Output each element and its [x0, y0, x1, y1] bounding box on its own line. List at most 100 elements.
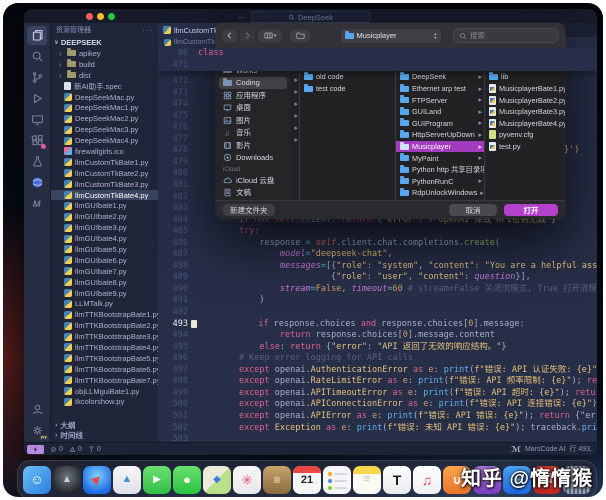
tree-file-row[interactable]: llmGUIbate1.py [51, 200, 158, 211]
column-item-MusicplayerBate1.py[interactable]: MusicplayerBate1.py [485, 83, 565, 95]
dock-safari[interactable]: ▶ [83, 465, 111, 494]
explorer-root-folder[interactable]: ∨ DEEPSEEK [51, 37, 158, 48]
column-item-HttpServerUpDown[interactable]: HttpServerUpDown ▸ [396, 129, 484, 141]
remote-indicator[interactable] [27, 444, 44, 454]
code-line[interactable]: 494 return response.choices[0].message.c… [158, 330, 597, 342]
column-item-MusicplayerBate2.py[interactable]: MusicplayerBate2.py [485, 94, 565, 106]
dock-preview[interactable]: ▲ [113, 465, 141, 494]
code-line[interactable]: 491 ) [158, 295, 597, 307]
sidebar-item-iCloud 云盘[interactable]: iCloud 云盘 [219, 174, 287, 187]
column-item-old code[interactable]: old code [300, 71, 395, 83]
column-item-Musicplayer[interactable]: Musicplayer ▸ [396, 140, 484, 153]
code-line[interactable]: 501 except openai.APIError as e: print(f… [158, 411, 597, 423]
tree-folder-row[interactable]: › apikey [51, 48, 158, 59]
dock-reminders[interactable] [323, 465, 351, 494]
activity-testing-icon[interactable] [27, 152, 47, 171]
column-item-FTPServer[interactable]: FTPServer ▸ [396, 94, 484, 106]
tree-file-row[interactable]: DeepSeekMac3.py [51, 124, 158, 135]
code-line[interactable]: 487 model="deepseek-chat", [158, 249, 597, 261]
tree-file-row[interactable]: objLLMguiBate1.py [51, 386, 158, 397]
outline-section[interactable]: › 大纲 [51, 420, 158, 431]
code-line[interactable]: 493 if response.choices and response.cho… [158, 319, 597, 331]
back-arrow-button[interactable]: ← [237, 11, 246, 21]
dock-contacts[interactable]: ≡ [263, 465, 291, 494]
column-item-Ethernet arp test[interactable]: Ethernet arp test ▸ [396, 83, 484, 95]
tree-file-row[interactable]: tkcolorshow.py [51, 397, 158, 408]
new-folder-button[interactable]: 新建文件夹 [223, 204, 275, 216]
more-actions-icon[interactable]: ··· [142, 26, 153, 35]
tree-file-row[interactable]: llmTTKBootstrapBate5.py [51, 353, 158, 364]
activity-copilot-icon[interactable] [27, 173, 47, 192]
tree-file-row[interactable]: llmCustomTkBate2.py [51, 168, 158, 179]
dialog-action-button[interactable] [290, 29, 310, 42]
tree-file-row[interactable]: llmTTKBootstrapBate3.py [51, 331, 158, 342]
activity-remote-explorer-icon[interactable] [27, 110, 47, 129]
code-line[interactable]: 489 {"role": "user", "content": question… [158, 272, 597, 284]
column-item-DeepSeek[interactable]: DeepSeek ▸ [396, 71, 484, 83]
tree-file-row[interactable]: llmGUIbate9.py [51, 288, 158, 299]
code-line[interactable]: 497 except openai.AuthenticationError as… [158, 365, 597, 377]
close-button[interactable] [86, 12, 93, 20]
tree-file-row[interactable]: llmCustomTkBate3.py [51, 179, 158, 190]
tree-file-row[interactable]: llmTTKBootstrapBate1.py [51, 309, 158, 320]
dialog-back-button[interactable] [222, 29, 237, 42]
view-mode-button[interactable]: ▾ [258, 29, 282, 42]
dock-music[interactable]: ♫ [413, 465, 441, 494]
sidebar-item-桌面[interactable]: 桌面 [219, 102, 287, 115]
dock-facetime[interactable]: ▶ [143, 465, 171, 494]
tree-file-row[interactable]: llmTTKBootstrapBate7.py [51, 375, 158, 386]
dock-calendar[interactable]: 21 [293, 465, 321, 494]
tree-folder-row[interactable]: › dist [51, 70, 158, 81]
code-line[interactable]: 492 [158, 307, 597, 319]
dock-photos[interactable]: ✳ [233, 465, 261, 494]
tree-file-row[interactable]: llmGUIbate5.py [51, 244, 158, 255]
cursor-position[interactable]: 行 493, [569, 444, 592, 454]
ports-indicator[interactable]: 0 [88, 446, 101, 453]
dock-launchpad[interactable]: ▲ [53, 465, 81, 494]
tree-file-row[interactable]: DeepSeekMac4.py [51, 135, 158, 146]
zoom-button[interactable] [108, 12, 115, 20]
tree-file-row[interactable]: 新AI助手.spec [51, 81, 158, 92]
column-item-GUIProgram[interactable]: GUIProgram ▸ [396, 118, 484, 130]
dock-maps[interactable]: ◆ [203, 465, 231, 494]
tree-file-row[interactable]: llmGUIbate3.py [51, 222, 158, 233]
code-line[interactable]: 495 else: return {"error": "API 返回了无效的响应… [158, 342, 597, 354]
activity-extensions-icon[interactable] [27, 131, 47, 150]
errors-indicator[interactable]: 0 [50, 446, 63, 453]
activity-account-icon[interactable] [27, 400, 47, 419]
code-line[interactable]: 471 [158, 60, 597, 72]
column-item-test.py[interactable]: test.py [485, 141, 565, 153]
column-item-RdpUnlockWindows[interactable]: RdpUnlockWindows ▸ [396, 187, 484, 199]
minimize-button[interactable] [97, 12, 104, 20]
column-item-MyPaint[interactable]: MyPaint ▸ [396, 152, 484, 164]
dock-finder[interactable]: ☺ [23, 465, 51, 494]
tree-file-row[interactable]: llmTTKBootstrapBate4.py [51, 342, 158, 353]
dock-textedit[interactable]: T [383, 465, 411, 494]
activity-files-icon[interactable] [27, 26, 47, 45]
tree-file-row[interactable]: llmGUIbate4.py [51, 233, 158, 244]
open-button[interactable]: 打开 [504, 204, 558, 216]
timeline-section[interactable]: › 时间线 [51, 431, 158, 442]
code-line[interactable]: 498 except openai.RateLimitError as e: p… [158, 376, 597, 388]
column-item-GUILand[interactable]: GUILand ▸ [396, 106, 484, 118]
code-line[interactable]: 46 class [158, 48, 597, 60]
code-line[interactable]: 486 response = self.client.chat.completi… [158, 238, 597, 250]
location-dropdown[interactable]: Musicplayer ▴ ▾ [340, 28, 441, 43]
tree-file-row[interactable]: llmCustomTkBate1.py [51, 157, 158, 168]
dock-notes[interactable]: ≡ [353, 465, 381, 494]
code-line[interactable]: 503 [158, 434, 597, 442]
activity-source-control-icon[interactable] [27, 68, 47, 87]
tree-file-row[interactable]: DeepSeekMac2.py [51, 113, 158, 124]
code-line[interactable]: 490 stream=False, timeout=60 # stream=Fa… [158, 284, 597, 296]
activity-debug-icon[interactable] [27, 89, 47, 108]
tree-file-row[interactable]: llmGUIbate2.py [51, 211, 158, 222]
tree-file-row[interactable]: llmGUIbate8.py [51, 277, 158, 288]
column-item-MusicplayerBate3.py[interactable]: MusicplayerBate3.py [485, 106, 565, 118]
marscode-label[interactable]: MarsCode AI [525, 446, 565, 453]
code-line[interactable]: 485 try: [158, 226, 597, 238]
sidebar-item-Downloads[interactable]: Downloads [219, 152, 287, 165]
column-item-PythonRunC[interactable]: PythonRunC ▸ [396, 176, 484, 188]
dialog-forward-button[interactable] [240, 29, 255, 42]
tree-file-row[interactable]: firewallgirls.ico [51, 146, 158, 157]
sidebar-item-应用程序[interactable]: 应用程序 [219, 89, 287, 102]
